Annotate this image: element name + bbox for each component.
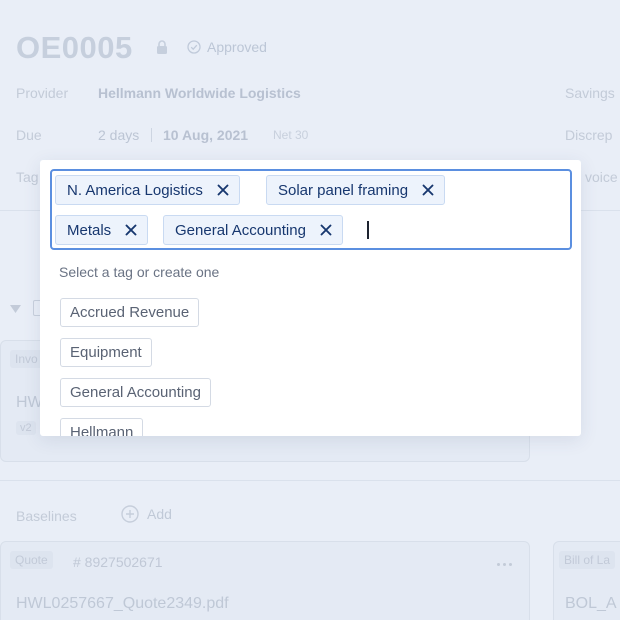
tag-option[interactable]: Equipment bbox=[60, 338, 152, 367]
invoice-label-right: voice bbox=[585, 169, 618, 185]
version-badge: v2 bbox=[16, 421, 36, 435]
add-baseline-button[interactable]: Add bbox=[121, 505, 172, 523]
selected-tag-chip: Metals bbox=[55, 215, 149, 245]
baselines-label: Baselines bbox=[16, 508, 77, 524]
check-circle-icon bbox=[187, 40, 201, 54]
close-icon[interactable] bbox=[125, 224, 137, 236]
text-caret bbox=[367, 221, 369, 239]
divider bbox=[0, 480, 620, 481]
invoice-tag: Invo bbox=[10, 350, 43, 368]
bill-file: BOL_A bbox=[565, 595, 617, 612]
lock-icon bbox=[157, 40, 167, 54]
tag-chip-label: General Accounting bbox=[175, 221, 306, 239]
plus-circle-icon bbox=[121, 505, 139, 523]
tag-option[interactable]: General Accounting bbox=[60, 378, 211, 407]
tag-chip-label: N. America Logistics bbox=[67, 181, 203, 199]
tag-picker-hint: Select a tag or create one bbox=[59, 264, 220, 280]
quote-number: # 8927502671 bbox=[73, 554, 163, 570]
selected-tag-chip: General Accounting bbox=[163, 215, 343, 245]
provider-label: Provider bbox=[16, 85, 69, 101]
add-label: Add bbox=[147, 506, 172, 522]
tag-chip-label: Solar panel framing bbox=[278, 181, 409, 199]
page-title: OE0005 bbox=[16, 30, 133, 65]
selected-tag-chip: N. America Logistics bbox=[55, 175, 240, 205]
status-text: Approved bbox=[207, 39, 267, 55]
quote-file: HWL0257667_Quote2349.pdf bbox=[16, 595, 229, 612]
tag-option[interactable]: Hellmann bbox=[60, 418, 144, 436]
tag-input[interactable]: N. America Logistics Solar panel framing… bbox=[50, 169, 572, 250]
close-icon[interactable] bbox=[320, 224, 332, 236]
close-icon[interactable] bbox=[217, 184, 229, 196]
tag-option[interactable]: Accrued Revenue bbox=[60, 298, 200, 327]
quote-tag: Quote bbox=[10, 551, 53, 569]
savings-label: Savings bbox=[565, 85, 615, 101]
discrepancy-label: Discrep bbox=[565, 127, 613, 143]
status-badge: Approved bbox=[187, 39, 267, 55]
close-icon[interactable] bbox=[422, 184, 434, 196]
selected-tag-chip: Solar panel framing bbox=[266, 175, 446, 205]
tag-picker-popover: N. America Logistics Solar panel framing… bbox=[40, 160, 581, 436]
due-relative: 2 days bbox=[98, 127, 140, 143]
tags-label: Tag bbox=[16, 169, 39, 185]
divider bbox=[151, 128, 152, 142]
provider-value: Hellmann Worldwide Logistics bbox=[98, 85, 301, 101]
more-menu-icon[interactable] bbox=[497, 563, 512, 566]
tag-chip-label: Metals bbox=[67, 221, 112, 239]
due-date: 10 Aug, 2021 bbox=[163, 127, 249, 143]
caret-down-icon bbox=[10, 305, 21, 313]
bill-tag: Bill of La bbox=[559, 551, 616, 569]
due-label: Due bbox=[16, 127, 42, 143]
due-terms: Net 30 bbox=[273, 128, 309, 142]
